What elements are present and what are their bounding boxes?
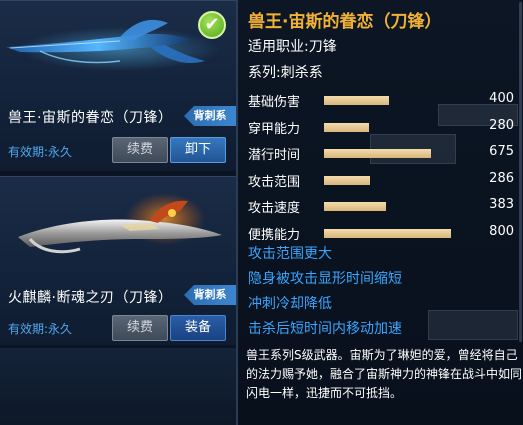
expiry-text: 有效期:永久 — [8, 322, 73, 336]
stat-bar-track — [324, 122, 496, 132]
weapon-inventory-screen: ✔ 兽王·宙斯的眷恋（刀锋） 背刺系 有效期:永久 续费 卸下 火麒麟·断魂之刃… — [0, 0, 523, 425]
stat-label: 攻击速度 — [248, 201, 301, 216]
stat-bar-track — [324, 149, 496, 158]
weapon-series: 系列:刺杀系 — [248, 65, 323, 81]
perk-line: 攻击范围更大 — [248, 246, 332, 262]
weapon-name: 兽王·宙斯的眷恋（刀锋） — [8, 110, 173, 126]
renew-button[interactable]: 续费 — [112, 137, 168, 163]
renew-button[interactable]: 续费 — [112, 315, 168, 341]
detail-title: 兽王·宙斯的眷恋（刀锋） — [248, 12, 442, 32]
stat-label: 穿甲能力 — [248, 121, 301, 137]
class-tag-badge: 背刺系 — [184, 285, 236, 305]
stat-bar-track — [324, 228, 496, 238]
stat-bar — [324, 175, 371, 185]
stat-bar-track — [324, 175, 496, 185]
weapon-detail-panel: 兽王·宙斯的眷恋（刀锋） 适用职业:刀锋 系列:刺杀系 基础伤害 400 穿甲能力 2… — [236, 0, 523, 425]
weapon-description: 兽王系列S级武器。宙斯为了琳妲的爱，曾经将自己的法力赐予她，融合了宙斯神力的神锋… — [246, 348, 523, 400]
stat-value: 400 — [489, 91, 514, 106]
left-list-background — [0, 348, 236, 425]
perk-line: 隐身被攻击显形时间缩短 — [248, 271, 402, 287]
equip-button[interactable]: 装备 — [170, 315, 226, 341]
job-requirement: 适用职业:刀锋 — [248, 39, 337, 55]
stat-row: 便携能力 800 — [248, 222, 520, 244]
perk-line: 击杀后短时间内移动加速 — [248, 321, 402, 337]
stat-value: 800 — [489, 223, 514, 239]
stat-value: 286 — [489, 170, 514, 186]
stat-row: 攻击范围 286 — [248, 169, 520, 191]
stat-value: 675 — [489, 144, 514, 159]
expiry-text: 有效期:永久 — [8, 145, 73, 159]
weapon-card-kirin-blade[interactable]: 火麒麟·断魂之刃（刀锋） 背刺系 有效期:永久 续费 装备 — [0, 176, 236, 345]
stat-row: 潜行时间 675 — [248, 142, 520, 164]
weapon-name: 火麒麟·断魂之刃（刀锋） — [8, 290, 173, 306]
stat-bar-track — [324, 202, 496, 211]
equipped-check-icon: ✔ — [198, 11, 226, 39]
stat-value: 383 — [489, 197, 514, 212]
stat-bar — [324, 96, 390, 105]
stat-label: 潜行时间 — [248, 148, 301, 163]
background-card-ghost — [428, 310, 518, 340]
stat-bar — [324, 149, 431, 158]
stat-label: 基础伤害 — [248, 95, 301, 110]
stat-bar — [324, 122, 369, 132]
unequip-button[interactable]: 卸下 — [170, 137, 226, 163]
stat-label: 攻击范围 — [248, 174, 301, 190]
weapon-card-zeus-blade[interactable]: ✔ 兽王·宙斯的眷恋（刀锋） 背刺系 有效期:永久 续费 卸下 — [0, 0, 236, 171]
stat-bar — [324, 228, 452, 238]
stat-bar-track — [324, 96, 496, 105]
detail-scrollbar[interactable] — [519, 2, 522, 342]
stat-row: 穿甲能力 280 — [248, 116, 520, 138]
class-tag-badge: 背刺系 — [184, 106, 236, 126]
stat-value: 280 — [489, 117, 514, 133]
stat-bar — [324, 202, 386, 211]
stat-row: 攻击速度 383 — [248, 195, 520, 217]
stat-row: 基础伤害 400 — [248, 89, 520, 111]
stat-label: 便携能力 — [248, 227, 301, 243]
perk-line: 冲刺冷却降低 — [248, 296, 332, 312]
kirin-blade-image — [18, 193, 222, 254]
